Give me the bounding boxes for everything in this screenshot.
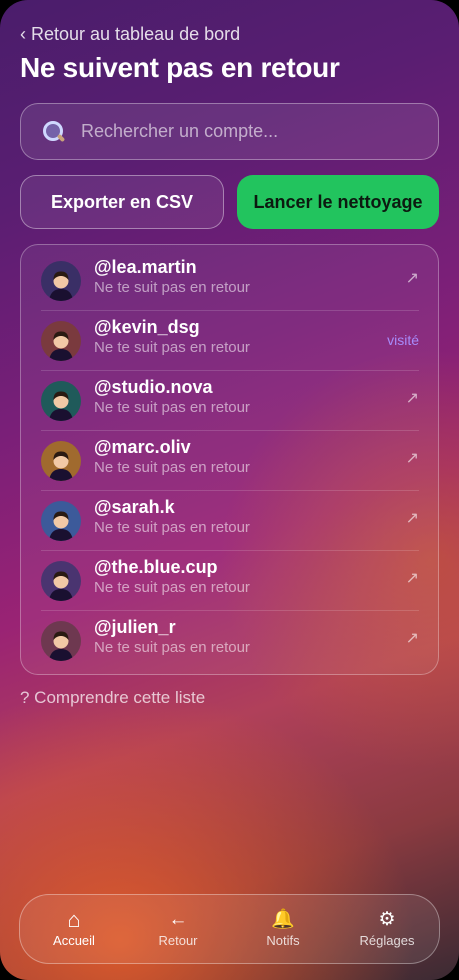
page-title: Ne suivent pas en retour <box>20 52 340 83</box>
list-item[interactable]: @julien_r Ne te suit pas en retour ↗ <box>41 611 419 671</box>
gear-icon: ⚙ <box>378 909 396 930</box>
back-arrow-icon: ← <box>168 909 188 930</box>
list-item[interactable]: @lea.martin Ne te suit pas en retour ↗ <box>41 251 419 311</box>
avatar <box>41 261 81 301</box>
nav-item-notifs[interactable]: 🔔 Notifs <box>233 895 333 963</box>
avatar <box>41 321 81 361</box>
follow-status: Ne te suit pas en retour <box>94 459 250 476</box>
avatar <box>41 561 81 601</box>
phone-screen: ‹ Retour au tableau de bord Ne suivent p… <box>0 0 459 980</box>
search-icon <box>41 119 67 145</box>
bottom-nav: ⌂ Accueil ← Retour 🔔 Notifs ⚙ Réglages <box>19 894 440 964</box>
unfollowers-list: @lea.martin Ne te suit pas en retour ↗ @kev… <box>20 244 439 675</box>
nav-item-retour[interactable]: ← Retour <box>128 895 228 963</box>
open-profile-icon[interactable]: ↗ <box>406 508 419 528</box>
open-profile-icon[interactable]: ↗ <box>406 568 419 588</box>
export-csv-button[interactable]: Exporter en CSV <box>20 175 224 229</box>
follow-status: Ne te suit pas en retour <box>94 639 250 656</box>
follow-status: Ne te suit pas en retour <box>94 579 250 596</box>
account-handle[interactable]: @the.blue.cup <box>94 557 218 578</box>
visited-badge[interactable]: visité <box>387 332 419 348</box>
list-item[interactable]: @studio.nova Ne te suit pas en retour ↗ <box>41 371 419 431</box>
avatar <box>41 381 81 421</box>
nav-item-accueil[interactable]: ⌂ Accueil <box>24 895 124 963</box>
follow-status: Ne te suit pas en retour <box>94 279 250 296</box>
nav-item-réglages[interactable]: ⚙ Réglages <box>337 895 437 963</box>
account-handle[interactable]: @julien_r <box>94 617 176 638</box>
search-input[interactable] <box>81 111 438 152</box>
open-profile-icon[interactable]: ↗ <box>406 628 419 648</box>
back-to-dashboard-link[interactable]: ‹ Retour au tableau de bord <box>20 24 240 45</box>
nav-label: Notifs <box>266 933 300 948</box>
nav-label: Réglages <box>359 933 415 948</box>
open-profile-icon[interactable]: ↗ <box>406 388 419 408</box>
avatar <box>41 621 81 661</box>
list-item[interactable]: @kevin_dsg Ne te suit pas en retour visité <box>41 311 419 371</box>
account-handle[interactable]: @lea.martin <box>94 257 197 278</box>
bell-icon: 🔔 <box>271 909 295 930</box>
nav-label: Retour <box>158 933 198 948</box>
avatar <box>41 441 81 481</box>
account-handle[interactable]: @studio.nova <box>94 377 213 398</box>
open-profile-icon[interactable]: ↗ <box>406 268 419 288</box>
account-handle[interactable]: @sarah.k <box>94 497 175 518</box>
list-item[interactable]: @marc.oliv Ne te suit pas en retour ↗ <box>41 431 419 491</box>
account-handle[interactable]: @marc.oliv <box>94 437 191 458</box>
open-profile-icon[interactable]: ↗ <box>406 448 419 468</box>
search-box[interactable] <box>20 103 439 160</box>
help-link[interactable]: ? Comprendre cette liste <box>20 688 205 708</box>
start-cleanup-button[interactable]: Lancer le nettoyage <box>237 175 439 229</box>
account-handle[interactable]: @kevin_dsg <box>94 317 200 338</box>
list-item[interactable]: @the.blue.cup Ne te suit pas en retour ↗ <box>41 551 419 611</box>
avatar <box>41 501 81 541</box>
nav-label: Accueil <box>53 933 95 948</box>
list-item[interactable]: @sarah.k Ne te suit pas en retour ↗ <box>41 491 419 551</box>
follow-status: Ne te suit pas en retour <box>94 339 250 356</box>
follow-status: Ne te suit pas en retour <box>94 519 250 536</box>
follow-status: Ne te suit pas en retour <box>94 399 250 416</box>
home-icon: ⌂ <box>67 907 81 932</box>
